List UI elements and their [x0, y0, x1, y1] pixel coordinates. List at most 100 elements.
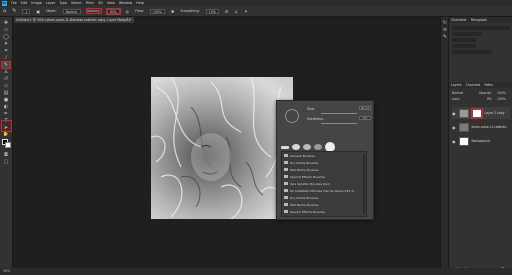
gradient-tool-icon[interactable]: ▤	[2, 90, 10, 96]
fill-field[interactable]: 100%	[497, 97, 506, 102]
hardness-field[interactable]: 0%	[359, 116, 371, 120]
fill-label: Fill:	[487, 97, 493, 101]
list-item[interactable]: Special Effects Brushes	[282, 173, 366, 180]
font-size-field[interactable]	[452, 38, 476, 42]
tab-paths[interactable]: Paths	[484, 83, 493, 87]
folder-icon	[284, 196, 288, 199]
flow-field[interactable]: 100%	[149, 8, 165, 14]
size-slider[interactable]	[321, 113, 357, 114]
layer-opacity-field[interactable]: 100%	[497, 91, 506, 96]
home-icon[interactable]: ⌂	[3, 8, 6, 14]
pen-tool-icon[interactable]: ✒	[2, 111, 10, 117]
hair-portrait-image	[151, 77, 285, 219]
menu-help[interactable]: Help	[136, 1, 144, 5]
menu-window[interactable]: Window	[119, 1, 132, 5]
list-item[interactable]: Dry Media Brushes	[282, 194, 366, 201]
background-color-swatch[interactable]	[5, 142, 11, 148]
brush-preset-thumb[interactable]	[281, 145, 289, 149]
list-item[interactable]: Wet Media Brushes	[282, 201, 366, 208]
brush-preset-thumb[interactable]	[314, 144, 322, 150]
menu-type[interactable]: Type	[59, 1, 67, 5]
menu-3d[interactable]: 3D	[98, 1, 103, 5]
font-style-field[interactable]	[452, 32, 482, 36]
toolbar: ✥ ▭ ◯ ✦ ⌗ ⁄ ✎ ♙ ↺ ◇ ▤ ● ◐ ✒ T ➤ ✋ ◘ ▢	[0, 17, 13, 272]
tab-layers[interactable]: Layers	[451, 83, 462, 87]
list-item[interactable]: Dry Media Brushes	[282, 159, 366, 166]
font-family-field[interactable]	[452, 26, 510, 30]
folder-icon	[284, 210, 288, 213]
layer-thumbnail	[458, 122, 469, 132]
blur-tool-icon[interactable]: ●	[2, 97, 10, 103]
opacity-label: Opacity:	[85, 8, 102, 14]
angle-icon[interactable]: ∠	[234, 9, 238, 14]
blend-mode-dropdown[interactable]: Normal	[452, 91, 463, 96]
menu-layer[interactable]: Layer	[46, 1, 55, 5]
move-tool-icon[interactable]: ✥	[2, 20, 10, 26]
layer-name: shorn-pose-1L-realistic	[471, 125, 507, 129]
brush-preset-thumb[interactable]	[292, 144, 300, 150]
list-item[interactable]: KK ShaKKaN Ultimate Hair Brushes (25X X.…	[282, 187, 366, 194]
folder-icon	[284, 182, 288, 185]
screen-mode-icon[interactable]: ▢	[2, 159, 10, 165]
list-item[interactable]: Wet Media Brushes	[282, 166, 366, 173]
layer-mask-thumbnail[interactable]	[470, 107, 483, 119]
zoom-level[interactable]: 50%	[3, 269, 10, 273]
smoothing-settings-icon[interactable]: ⚙	[225, 9, 229, 14]
opacity-pressure-icon[interactable]: ◎	[126, 9, 130, 14]
crop-tool-icon[interactable]: ⌗	[2, 48, 10, 54]
layer-row[interactable]: ◉ shorn-pose-1L-realistic	[452, 121, 510, 133]
menu-select[interactable]: Select	[71, 1, 81, 5]
menu-edit[interactable]: Edit	[21, 1, 28, 5]
brush-preset-thumb[interactable]	[303, 144, 311, 150]
menu-view[interactable]: View	[107, 1, 115, 5]
eraser-tool-icon[interactable]: ◇	[2, 83, 10, 89]
tracking-field[interactable]	[452, 44, 476, 48]
visibility-eye-icon[interactable]: ◉	[452, 125, 456, 130]
tab-paragraph[interactable]: Paragraph	[471, 18, 487, 22]
clone-stamp-tool-icon[interactable]: ♙	[2, 69, 10, 75]
symmetry-icon[interactable]: ⚘	[244, 9, 248, 14]
visibility-eye-icon[interactable]: ◉	[452, 139, 456, 144]
photoshop-logo-icon: Ps	[2, 0, 7, 6]
hardness-slider[interactable]	[321, 123, 357, 124]
brush-tool-icon[interactable]: ✎	[1, 61, 11, 69]
layer-row-selected[interactable]: ◉ Layer 2 copy	[452, 107, 510, 119]
airbrush-icon[interactable]: ✱	[171, 9, 174, 14]
smoothing-label: Smoothing:	[180, 9, 200, 13]
layer-name: Background	[471, 139, 490, 143]
layer-thumbnail	[458, 108, 469, 118]
list-item[interactable]: Special Effects Brushes	[282, 208, 366, 215]
size-label: Size:	[307, 107, 315, 111]
size-field[interactable]: 94 px	[359, 106, 371, 110]
lasso-tool-icon[interactable]: ◯	[2, 34, 10, 40]
history-brush-tool-icon[interactable]: ↺	[2, 76, 10, 82]
menu-filter[interactable]: Filter	[86, 1, 94, 5]
document-tab[interactable]: Untitled-1 @ 50% (shorn-pose-1L-Noisless…	[14, 17, 134, 23]
eyedropper-tool-icon[interactable]: ⁄	[2, 55, 10, 61]
status-bar: 50%	[0, 268, 512, 275]
folder-icon	[284, 168, 288, 171]
brush-angle-preview[interactable]	[285, 109, 299, 123]
layer-row[interactable]: ◉ Background	[452, 135, 510, 147]
mode-dropdown[interactable]: Normal	[62, 8, 81, 14]
brush-settings-icon[interactable]: ▣	[36, 9, 40, 14]
quick-mask-icon[interactable]: ◘	[2, 152, 10, 158]
marquee-tool-icon[interactable]: ▭	[2, 27, 10, 33]
tab-channels[interactable]: Channels	[466, 83, 481, 87]
smoothing-field[interactable]: 10%	[205, 8, 219, 14]
dodge-tool-icon[interactable]: ◐	[2, 104, 10, 110]
brush-size-dropdown[interactable]: 1	[22, 8, 31, 14]
tab-character[interactable]: Character	[451, 18, 467, 22]
list-item[interactable]: Kyle Splatter Brushes (Kyl)	[282, 180, 366, 187]
list-item[interactable]: General Brushes	[282, 152, 366, 159]
folder-list-scrollbar[interactable]	[363, 154, 365, 214]
layers-panel-tabs: Layers Channels Paths	[449, 82, 512, 88]
visibility-eye-icon[interactable]: ◉	[452, 111, 456, 116]
brush-tool-icon[interactable]: ✎	[12, 8, 16, 14]
menu-image[interactable]: Image	[31, 1, 42, 5]
menu-file[interactable]: File	[11, 1, 17, 5]
scale-field[interactable]	[452, 50, 492, 54]
opacity-field[interactable]: 30%	[105, 7, 121, 15]
quick-select-tool-icon[interactable]: ✦	[2, 41, 10, 47]
canvas-image[interactable]	[151, 77, 293, 219]
